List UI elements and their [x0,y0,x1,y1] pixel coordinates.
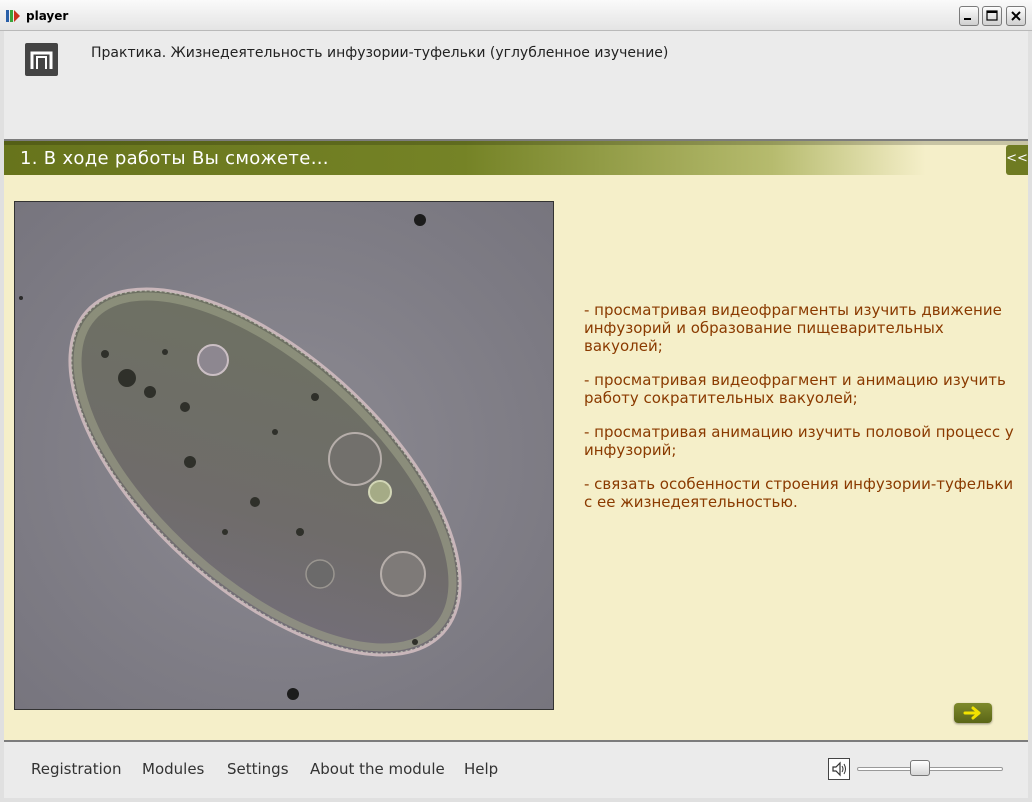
minimize-icon[interactable] [959,6,979,26]
window-border-bottom [0,798,1032,802]
lesson-header: Практика. Жизнедеятельность инфузории-ту… [4,31,1028,140]
objective-item: - просматривая видеофрагмент и анимацию … [584,371,1006,407]
objective-item: - связать особенности строения инфузории… [584,475,1014,511]
maximize-icon[interactable] [982,6,1002,26]
speaker-icon[interactable] [828,758,850,780]
volume-slider-thumb[interactable] [909,760,930,776]
window-title: player [26,9,69,23]
arrow-right-icon [963,706,981,720]
next-button[interactable] [954,703,992,723]
section-header: 1. В ходе работы Вы сможете… [4,141,1028,175]
nav-settings[interactable]: Settings [227,760,289,778]
paramecium-microscope-photo [14,201,554,710]
window-border-right [1028,31,1032,802]
close-icon[interactable] [1006,6,1026,26]
nav-help[interactable]: Help [464,760,498,778]
objective-item: - просматривая видеофрагменты изучить дв… [584,301,1002,355]
nav-modules[interactable]: Modules [142,760,204,778]
content-panel: 1. В ходе работы Вы сможете… << - просма… [4,141,1028,740]
footer-bar: Registration Modules Settings About the … [4,742,1028,798]
app-icon [6,10,20,22]
nav-registration[interactable]: Registration [31,760,121,778]
window-titlebar: player [0,0,1032,31]
lesson-title: Практика. Жизнедеятельность инфузории-ту… [91,45,669,61]
objectives-list: - просматривая видеофрагменты изучить дв… [584,301,1014,527]
objective-item: - просматривая анимацию изучить половой … [584,423,1014,459]
pi-logo-icon [25,43,58,76]
section-title: 1. В ходе работы Вы сможете… [20,148,329,169]
nav-about-module[interactable]: About the module [310,760,445,778]
collapse-panel-button[interactable]: << [1006,145,1028,175]
volume-slider-track[interactable] [857,767,1003,771]
